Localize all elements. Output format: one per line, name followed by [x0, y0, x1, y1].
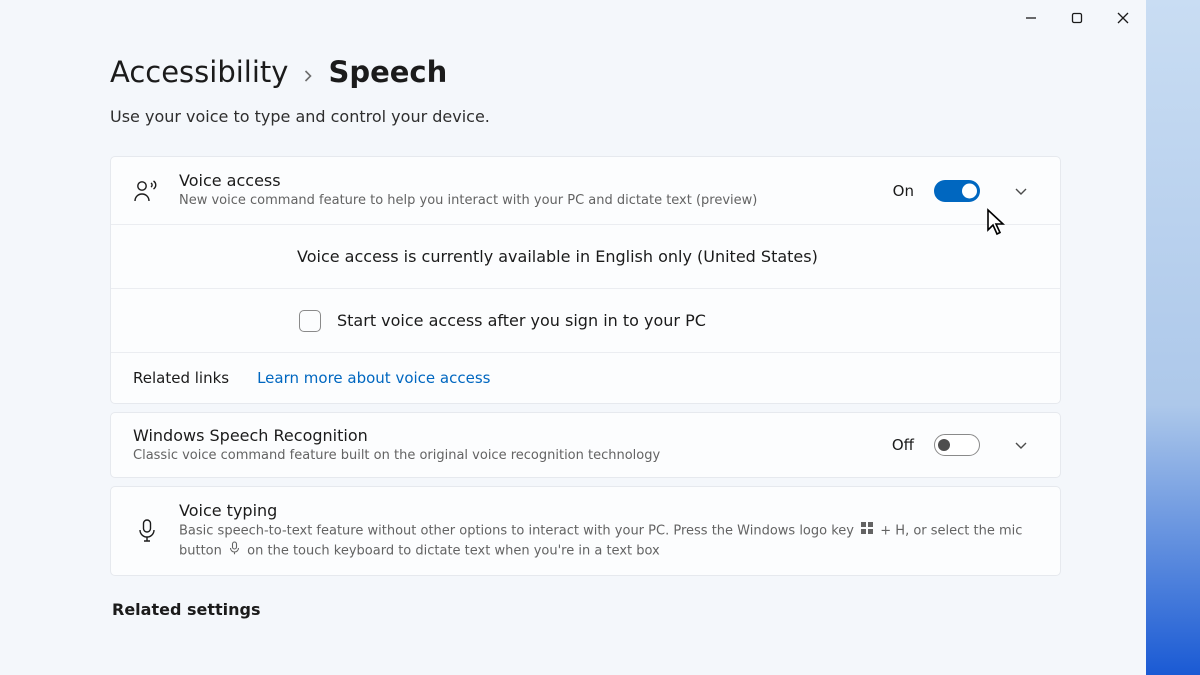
related-links-label: Related links	[133, 369, 229, 387]
windows-logo-icon	[861, 522, 873, 540]
voice-typing-desc: Basic speech-to-text feature without oth…	[179, 522, 1038, 561]
related-settings-heading: Related settings	[112, 600, 1061, 619]
voice-access-card: Voice access New voice command feature t…	[110, 156, 1061, 404]
voice-access-autostart-checkbox[interactable]	[299, 310, 321, 332]
breadcrumb-current: Speech	[328, 55, 447, 89]
wsr-title: Windows Speech Recognition	[133, 426, 874, 445]
settings-window: Accessibility Speech Use your voice to t…	[0, 0, 1146, 675]
voice-access-title: Voice access	[179, 171, 875, 190]
close-button[interactable]	[1100, 0, 1146, 36]
voice-typing-row: Voice typing Basic speech-to-text featur…	[111, 487, 1060, 575]
minimize-button[interactable]	[1008, 0, 1054, 36]
microphone-icon	[133, 518, 161, 544]
voice-typing-card: Voice typing Basic speech-to-text featur…	[110, 486, 1061, 576]
voice-access-header-row: Voice access New voice command feature t…	[111, 157, 1060, 224]
wsr-expand[interactable]	[1004, 428, 1038, 462]
window-titlebar	[1008, 0, 1146, 36]
chevron-right-icon	[302, 63, 314, 87]
learn-more-link[interactable]: Learn more about voice access	[257, 369, 490, 387]
breadcrumb-parent[interactable]: Accessibility	[110, 55, 288, 89]
voice-access-language-note-row: Voice access is currently available in E…	[111, 224, 1060, 288]
voice-typing-title: Voice typing	[179, 501, 1038, 520]
page-subtitle: Use your voice to type and control your …	[110, 107, 1061, 126]
wsr-state: Off	[892, 436, 914, 454]
content-area: Accessibility Speech Use your voice to t…	[110, 55, 1061, 675]
breadcrumb: Accessibility Speech	[110, 55, 1061, 89]
wsr-row: Windows Speech Recognition Classic voice…	[111, 413, 1060, 477]
voice-access-language-note: Voice access is currently available in E…	[297, 247, 818, 266]
wsr-desc: Classic voice command feature built on t…	[133, 447, 874, 465]
wsr-toggle[interactable]	[934, 434, 980, 456]
voice-access-autostart-row: Start voice access after you sign in to …	[111, 288, 1060, 352]
wsr-card: Windows Speech Recognition Classic voice…	[110, 412, 1061, 478]
voice-access-expand[interactable]	[1004, 174, 1038, 208]
voice-access-related-row: Related links Learn more about voice acc…	[111, 352, 1060, 403]
voice-access-toggle[interactable]	[934, 180, 980, 202]
voice-access-state: On	[893, 182, 914, 200]
desktop-background	[1146, 0, 1200, 675]
voice-access-desc: New voice command feature to help you in…	[179, 192, 875, 210]
maximize-button[interactable]	[1054, 0, 1100, 36]
voice-access-icon	[133, 179, 161, 203]
voice-access-autostart-label: Start voice access after you sign in to …	[337, 311, 706, 330]
microphone-inline-icon	[229, 541, 240, 561]
